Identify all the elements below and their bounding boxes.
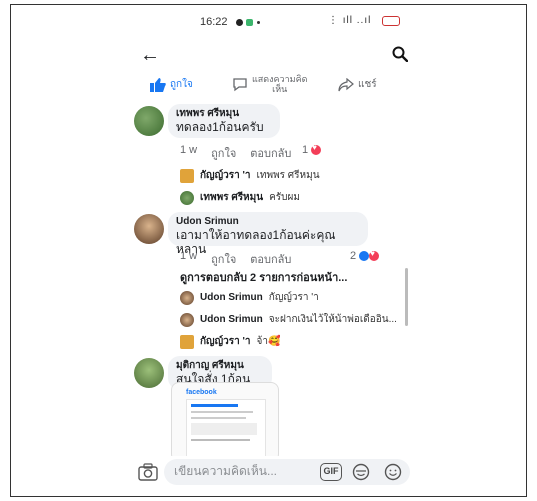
top-bar: ← [124, 44, 414, 70]
comment-label-line2: เห็น [272, 84, 288, 94]
view-previous-replies-link[interactable]: ดูการตอบกลับ 2 รายการก่อนหน้า... [180, 268, 347, 286]
reply-author[interactable]: กัญญ์วรา 'า [200, 334, 250, 349]
back-arrow-icon[interactable]: ← [140, 44, 160, 67]
comment-text: ทดลอง1ก้อนครับ [176, 120, 264, 134]
messenger-notification-icon [236, 19, 243, 26]
comment-author[interactable]: Udon Srimun [176, 216, 360, 228]
comment-button[interactable]: แสดงความคิด เห็น [232, 74, 307, 94]
comment-bubble-icon [233, 78, 247, 92]
comment-input-field[interactable]: GIF [164, 459, 410, 485]
reply-item[interactable]: เทพพร ศรีหมุน ครับผม [180, 190, 300, 205]
attached-image-content [186, 399, 266, 459]
avatar[interactable] [134, 358, 164, 388]
gif-button[interactable]: GIF [320, 463, 342, 481]
comment-reply-button[interactable]: ตอบกลับ [250, 144, 291, 162]
battery-icon [382, 16, 400, 26]
like-reaction-icon [359, 251, 370, 261]
reply-author[interactable]: Udon Srimun [200, 314, 263, 325]
signal-icon: ⋮ ıll ..ıl [328, 15, 372, 26]
attached-brand: facebook [186, 389, 217, 396]
comment-input[interactable] [174, 464, 294, 478]
search-icon[interactable] [392, 46, 408, 62]
reaction-count[interactable]: 2 [350, 249, 380, 262]
like-button[interactable]: ถูกใจ [150, 78, 193, 92]
reply-text: ครับผม [269, 192, 300, 203]
reply-avatar [180, 334, 194, 349]
reply-avatar [180, 312, 194, 327]
status-time: 16:22 [200, 16, 228, 28]
share-button[interactable]: แชร์ [338, 78, 377, 92]
reply-item[interactable]: กัญญ์วรา 'า เทพพร ศรีหมุน [180, 168, 320, 183]
comment-time: 1 w [180, 144, 198, 156]
comment-time: 1 w [180, 250, 198, 262]
reply-author[interactable]: กัญญ์วรา 'า [200, 168, 250, 183]
comment-bubble[interactable]: Udon Srimun เอามาให้อาทดลอง1ก้อนค่ะคุณหล… [168, 212, 368, 256]
reply-author[interactable]: เทพพร ศรีหมุน [200, 190, 263, 205]
reply-avatar [180, 168, 194, 183]
share-label: แชร์ [358, 79, 377, 90]
reply-item[interactable]: Udon Srimun จะฝากเงินไว้ให้น้าพ่อเดืออิน… [180, 312, 397, 327]
more-notifications-icon [257, 21, 260, 24]
app-notification-icon [246, 19, 253, 26]
comment-composer: GIF [124, 456, 414, 492]
reply-item[interactable]: Udon Srimun กัญญ์วรา 'า [180, 290, 319, 305]
phone-screen: 16:22 ⋮ ıll ..ıl ← ถูกใจ แสดงความคิด เห็… [124, 8, 414, 493]
reply-text: เทพพร ศรีหมุน [256, 170, 320, 181]
emoji-icon[interactable] [384, 463, 402, 481]
comment-author[interactable]: มุติกาญ ศรีหมุน [176, 360, 264, 372]
comment-label: แสดงความคิด เห็น [252, 74, 307, 94]
status-bar: 16:22 ⋮ ıll ..ıl [124, 12, 414, 32]
attached-image[interactable]: facebook [171, 382, 279, 462]
post-action-bar: ถูกใจ แสดงความคิด เห็น แชร์ [124, 74, 414, 100]
like-label: ถูกใจ [170, 79, 193, 90]
scrollbar[interactable] [405, 268, 408, 326]
comment-bubble[interactable]: เทพพร ศรีหมุน ทดลอง1ก้อนครับ [168, 104, 280, 138]
reaction-count[interactable]: 1 [302, 143, 322, 156]
comment-meta: 1 w ถูกใจ ตอบกลับ [180, 250, 291, 268]
comment-like-button[interactable]: ถูกใจ [211, 144, 236, 162]
reply-text: จะฝากเงินไว้ให้น้าพ่อเดืออิน... [268, 314, 397, 325]
reply-author[interactable]: Udon Srimun [200, 292, 263, 303]
comment-reply-button[interactable]: ตอบกลับ [250, 250, 291, 268]
reply-item[interactable]: กัญญ์วรา 'า จ้า🥰 [180, 334, 280, 349]
comment-like-button[interactable]: ถูกใจ [211, 250, 236, 268]
reply-avatar [180, 190, 194, 205]
comment-label-line1: แสดงความคิด [252, 74, 308, 84]
thumbs-up-icon [150, 78, 166, 92]
heart-reaction-icon [369, 249, 380, 261]
heart-reaction-icon [311, 143, 322, 155]
reply-avatar [180, 290, 194, 305]
reaction-count-value: 2 [350, 250, 357, 262]
comment-author[interactable]: เทพพร ศรีหมุน [176, 108, 272, 120]
comment-meta: 1 w ถูกใจ ตอบกลับ [180, 144, 291, 162]
camera-icon[interactable] [138, 463, 158, 481]
sticker-icon[interactable] [352, 463, 370, 481]
avatar[interactable] [134, 214, 164, 244]
reaction-count-value: 1 [302, 144, 309, 156]
avatar[interactable] [134, 106, 164, 136]
reply-text: จ้า🥰 [256, 336, 281, 347]
reply-text: กัญญ์วรา 'า [268, 292, 319, 303]
share-arrow-icon [338, 78, 354, 92]
